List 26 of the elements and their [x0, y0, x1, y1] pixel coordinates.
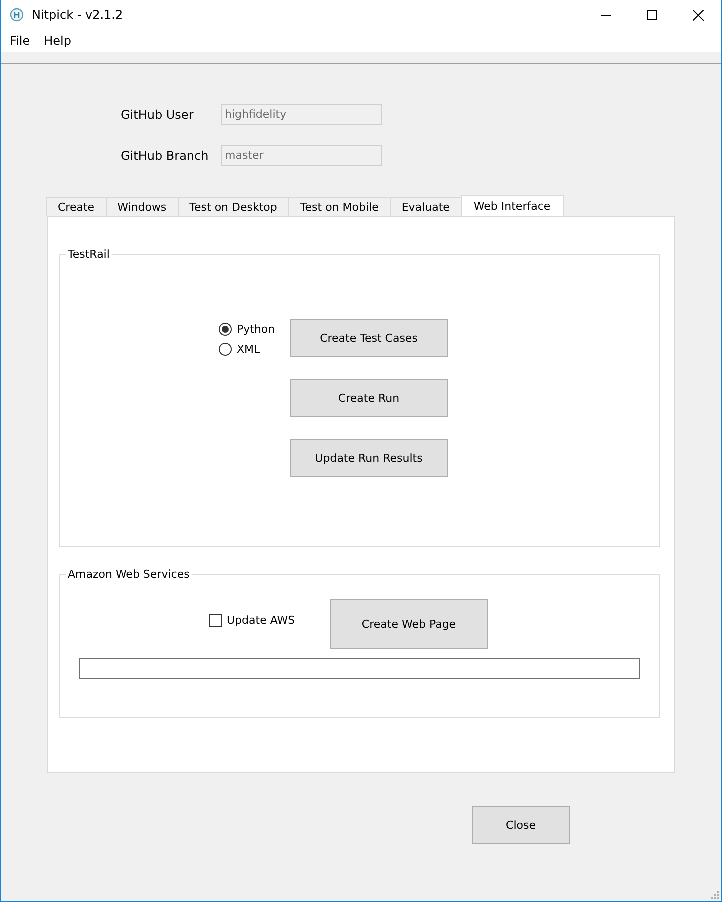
radio-label: Python: [237, 322, 276, 336]
action-button[interactable]: Update Run Results: [290, 439, 448, 477]
menu-item[interactable]: Help: [37, 34, 78, 48]
field-label: GitHub Branch: [121, 148, 210, 162]
create-web-page-button[interactable]: Create Web Page: [330, 599, 488, 649]
group-title: Amazon Web Services: [66, 568, 192, 581]
resize-grip-icon[interactable]: [711, 891, 719, 899]
checkbox[interactable]: [209, 614, 222, 626]
window-title: Nitpick - v2.1.2: [32, 8, 124, 22]
action-button[interactable]: Create Run: [290, 379, 448, 417]
group-title: TestRail: [66, 248, 112, 261]
action-button[interactable]: Create Test Cases: [290, 319, 448, 357]
text-field[interactable]: [79, 658, 640, 679]
close-icon[interactable]: [692, 10, 704, 20]
radio-label: XML: [237, 342, 260, 356]
checkbox-label: Update AWS: [227, 614, 296, 626]
menu-item[interactable]: File: [3, 34, 38, 48]
radio-button[interactable]: [219, 322, 232, 336]
radio-button[interactable]: [219, 342, 232, 356]
tab[interactable]: Test on Desktop: [178, 197, 290, 216]
field-label: GitHub User: [121, 108, 195, 122]
maximize-icon[interactable]: [647, 10, 657, 20]
tab[interactable]: Web Interface: [460, 195, 564, 216]
close-dialog-button[interactable]: Close: [472, 806, 570, 844]
app-logo-icon: [10, 8, 24, 22]
tab[interactable]: Create: [46, 197, 107, 216]
